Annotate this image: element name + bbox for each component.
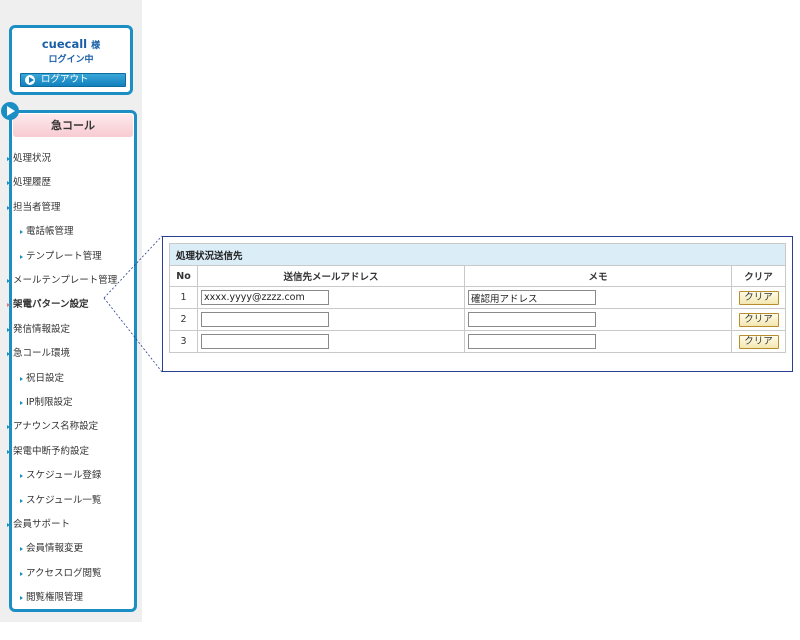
clear-button[interactable]: クリア xyxy=(738,290,779,305)
table-row: 1 クリア xyxy=(169,286,786,309)
bullet-icon xyxy=(7,278,10,283)
honorific: 様 xyxy=(91,41,101,51)
bullet-icon xyxy=(20,400,23,405)
notification-panel: 処理状況送信先 No 送信先メールアドレス メモ クリア 1 クリア 2 クリア… xyxy=(162,236,793,372)
bullet-icon xyxy=(7,156,10,161)
sidebar-item-label: 処理履歴 xyxy=(13,177,52,188)
row-number: 1 xyxy=(169,286,198,309)
row-number: 3 xyxy=(169,330,198,353)
bullet-icon xyxy=(7,180,10,185)
memo-field[interactable] xyxy=(468,334,596,349)
sidebar-item[interactable]: メールテンプレート管理 xyxy=(7,272,117,286)
col-header-email: 送信先メールアドレス xyxy=(197,265,465,287)
bullet-icon xyxy=(7,449,10,454)
sidebar-item-label: 祝日設定 xyxy=(26,373,65,384)
sidebar-item[interactable]: 処理履歴 xyxy=(7,174,51,188)
sidebar-item[interactable]: テンプレート管理 xyxy=(20,248,102,262)
memo-field[interactable] xyxy=(468,290,596,305)
bullet-icon xyxy=(7,351,10,356)
bullet-icon xyxy=(7,302,10,307)
memo-field[interactable] xyxy=(468,312,596,327)
sidebar-item-label: 電話帳管理 xyxy=(26,226,74,237)
login-box: cuecall 様 ログイン中 ログアウト xyxy=(9,25,133,95)
bullet-icon xyxy=(20,254,23,259)
sidebar-item[interactable]: 会員情報変更 xyxy=(20,540,83,554)
col-header-memo: メモ xyxy=(464,265,732,287)
sidebar-item-label: 架電パターン設定 xyxy=(13,299,89,310)
sidebar-item[interactable]: 架電中断予約設定 xyxy=(7,443,89,457)
bullet-icon xyxy=(7,205,10,210)
user-line: cuecall 様 xyxy=(12,37,130,51)
sidebar-item-label: 発信情報設定 xyxy=(13,324,71,335)
logout-label: ログアウト xyxy=(41,74,89,85)
sidebar-item-label: 処理状況 xyxy=(13,153,52,164)
sidebar-item[interactable]: 急コール環境 xyxy=(7,345,70,359)
table-row: 2 クリア xyxy=(169,308,786,331)
email-field[interactable] xyxy=(201,334,329,349)
col-header-no: No xyxy=(169,265,198,287)
sidebar-item[interactable]: 架電パターン設定 xyxy=(7,296,89,310)
bullet-icon xyxy=(20,571,23,576)
bullet-icon xyxy=(20,498,23,503)
sidebar-item-label: IP制限設定 xyxy=(26,397,73,408)
sidebar-item[interactable]: 閲覧権限管理 xyxy=(20,589,83,603)
sidebar-item-label: 担当者管理 xyxy=(13,202,61,213)
sidebar-item[interactable]: 発信情報設定 xyxy=(7,321,70,335)
login-status: ログイン中 xyxy=(48,55,94,65)
play-icon xyxy=(25,75,35,85)
sidebar-item-label: テンプレート管理 xyxy=(26,251,102,262)
sidebar-item-label: アクセスログ閲覧 xyxy=(26,568,102,579)
bullet-icon xyxy=(20,376,23,381)
sidebar-item-label: 閲覧権限管理 xyxy=(26,592,84,603)
clear-button[interactable]: クリア xyxy=(738,334,779,349)
menu-title: 急コール xyxy=(13,114,133,137)
row-number: 2 xyxy=(169,308,198,331)
bullet-icon xyxy=(7,424,10,429)
user-name: cuecall xyxy=(41,37,88,51)
bullet-icon xyxy=(20,473,23,478)
sidebar-item[interactable]: スケジュール一覧 xyxy=(20,492,101,506)
sidebar-item[interactable]: 会員サポート xyxy=(7,516,70,530)
sidebar-item-label: スケジュール一覧 xyxy=(26,495,102,506)
email-field[interactable] xyxy=(201,290,329,305)
bullet-icon xyxy=(20,229,23,234)
panel-caption: 処理状況送信先 xyxy=(169,243,786,266)
sidebar-item-label: スケジュール登録 xyxy=(26,470,102,481)
sidebar-item[interactable]: 担当者管理 xyxy=(7,199,61,213)
bullet-icon xyxy=(20,595,23,600)
sidebar-item-label: 会員情報変更 xyxy=(26,543,84,554)
bullet-icon xyxy=(7,522,10,527)
email-field[interactable] xyxy=(201,312,329,327)
sidebar-item-label: アナウンス名称設定 xyxy=(13,421,99,432)
table-row: 3 クリア xyxy=(169,330,786,353)
menu-arrow-icon xyxy=(1,102,19,120)
bullet-icon xyxy=(7,327,10,332)
bullet-icon xyxy=(20,546,23,551)
sidebar-item[interactable]: 処理状況 xyxy=(7,150,51,164)
sidebar-item[interactable]: IP制限設定 xyxy=(20,394,73,408)
sidebar-item[interactable]: アナウンス名称設定 xyxy=(7,418,98,432)
logout-button[interactable]: ログアウト xyxy=(20,73,126,87)
sidebar-item-label: メールテンプレート管理 xyxy=(13,275,118,286)
sidebar-item-label: 急コール環境 xyxy=(13,348,71,359)
sidebar-item-label: 会員サポート xyxy=(13,519,71,530)
sidebar-item[interactable]: 電話帳管理 xyxy=(20,223,74,237)
col-header-clear: クリア xyxy=(731,265,786,287)
clear-button[interactable]: クリア xyxy=(738,312,779,327)
sidebar-item[interactable]: スケジュール登録 xyxy=(20,467,101,481)
sidebar-item[interactable]: アクセスログ閲覧 xyxy=(20,565,102,579)
sidebar-item-label: 架電中断予約設定 xyxy=(13,446,90,457)
sidebar-item[interactable]: 祝日設定 xyxy=(20,370,64,384)
recipient-table: 処理状況送信先 No 送信先メールアドレス メモ クリア 1 クリア 2 クリア… xyxy=(169,243,786,353)
